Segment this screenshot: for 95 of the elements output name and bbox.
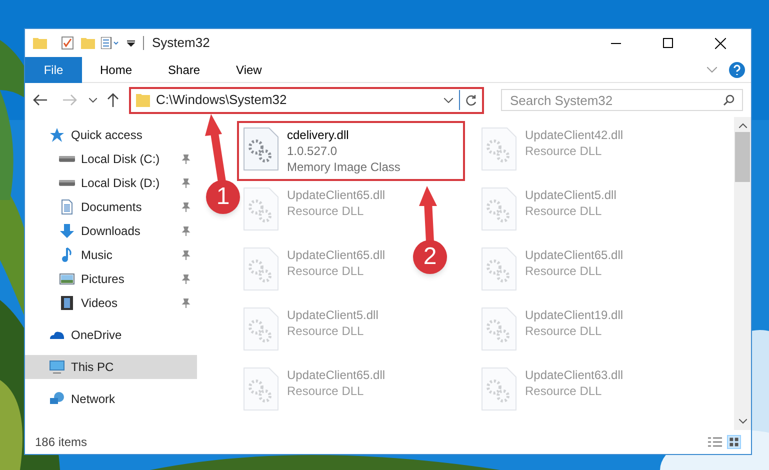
refresh-icon[interactable] <box>465 94 477 106</box>
scroll-down-icon[interactable] <box>738 419 746 424</box>
search-icon <box>723 94 735 106</box>
file-name: UpdateClient65.dll <box>525 247 624 263</box>
file-name: UpdateClient65.dll <box>287 187 386 203</box>
gear-file-icon <box>481 307 517 351</box>
nav-item[interactable]: Network <box>25 387 197 411</box>
chevron-icon <box>707 66 717 72</box>
nav-label: Network <box>71 391 116 408</box>
search-field[interactable]: Search System32 <box>501 89 743 111</box>
file-detail: Memory Image Class <box>287 159 400 175</box>
nav-label: Quick access <box>71 127 144 144</box>
nav-label: Music <box>81 247 114 264</box>
file-detail: Resource DLL <box>525 383 603 399</box>
nav-label: Local Disk (C:) <box>81 151 161 168</box>
dropdown-icon[interactable] <box>444 98 453 102</box>
nav-item[interactable]: OneDrive <box>25 323 197 347</box>
dropdown-icon <box>127 39 135 47</box>
ribbon-tab[interactable]: Home <box>82 56 150 82</box>
document-icon <box>59 199 75 215</box>
scroll-up-icon[interactable] <box>738 123 746 128</box>
nav-item[interactable]: This PC <box>25 355 197 379</box>
help-icon <box>729 62 745 78</box>
network-icon <box>49 391 65 407</box>
gear-file-icon <box>243 127 279 171</box>
nav-item[interactable]: Documents <box>25 195 197 219</box>
scrollbar[interactable] <box>734 117 751 430</box>
file-detail: Resource DLL <box>287 383 365 399</box>
gear-file-icon <box>243 367 279 411</box>
nav-item[interactable]: Music <box>25 243 197 267</box>
file-name: UpdateClient65.dll <box>287 247 386 263</box>
file-detail: Resource DLL <box>525 203 603 219</box>
properties-icon <box>101 37 121 49</box>
nav-item[interactable]: Downloads <box>25 219 197 243</box>
nav-label: Pictures <box>81 271 126 288</box>
nav-item[interactable]: Local Disk (C:) <box>25 147 197 171</box>
file-name: UpdateClient42.dll <box>525 127 624 143</box>
maximize-icon <box>663 38 673 48</box>
gear-file-icon <box>481 247 517 291</box>
gear-file-icon <box>481 187 517 231</box>
picture-icon <box>59 271 75 287</box>
nav-label: OneDrive <box>71 327 123 344</box>
item-count: 186 items <box>35 434 88 451</box>
nav-label: Downloads <box>81 223 142 240</box>
file-detail: Resource DLL <box>525 323 603 339</box>
nav-label: Documents <box>81 199 143 216</box>
gear-file-icon <box>243 247 279 291</box>
file-detail: 1.0.527.0 <box>287 143 338 159</box>
dropdown-icon[interactable] <box>89 98 97 102</box>
nav-item[interactable]: Pictures <box>25 267 197 291</box>
gear-file-icon <box>481 127 517 171</box>
ribbon-tab[interactable]: Share <box>150 56 218 82</box>
ribbon-tab[interactable]: File <box>25 56 82 82</box>
computer-icon <box>49 359 65 375</box>
drive-icon <box>59 180 75 186</box>
tiles-view-icon[interactable] <box>727 435 741 449</box>
gear-file-icon <box>243 307 279 351</box>
up-arrow-icon[interactable] <box>107 93 119 107</box>
file-detail: Resource DLL <box>287 203 365 219</box>
address-field[interactable]: C:\Windows\System32 <box>129 86 484 114</box>
nav-item[interactable]: Videos <box>25 291 197 315</box>
file-detail: Resource DLL <box>287 323 365 339</box>
back-arrow-icon[interactable] <box>33 94 47 106</box>
address-path: C:\Windows\System32 <box>156 91 288 110</box>
nav-label: Videos <box>81 295 118 312</box>
window-title: System32 <box>152 34 210 52</box>
nav-label: This PC <box>71 359 115 376</box>
ribbon-tab[interactable]: View <box>218 56 280 82</box>
star-icon <box>49 127 65 143</box>
file-name: UpdateClient5.dll <box>525 187 616 203</box>
file-name: UpdateClient5.dll <box>287 307 378 323</box>
scrollbar-thumb[interactable] <box>735 132 750 182</box>
folder-icon <box>33 37 47 49</box>
nav-item[interactable]: Local Disk (D:) <box>25 171 197 195</box>
file-detail: Resource DLL <box>287 263 365 279</box>
details-view-icon[interactable] <box>707 436 723 448</box>
nav-item[interactable]: Quick access <box>25 123 197 147</box>
file-name: UpdateClient19.dll <box>525 307 624 323</box>
file-name: UpdateClient63.dll <box>525 367 624 383</box>
download-icon <box>59 223 75 239</box>
minimize-icon <box>611 42 621 44</box>
file-name: UpdateClient65.dll <box>287 367 386 383</box>
drive-icon <box>59 156 75 162</box>
folder-icon <box>81 37 95 49</box>
checklist-icon <box>61 36 75 50</box>
file-name: cdelivery.dll <box>287 127 350 143</box>
file-detail: Resource DLL <box>525 143 603 159</box>
film-icon <box>59 295 75 311</box>
file-item[interactable]: cdelivery.dll 1.0.527.0 Memory Image Class <box>237 121 465 181</box>
gear-file-icon <box>243 187 279 231</box>
folder-icon <box>136 93 150 107</box>
file-detail: Resource DLL <box>525 263 603 279</box>
close-icon <box>714 38 726 48</box>
gear-file-icon <box>481 367 517 411</box>
nav-label: Local Disk (D:) <box>81 175 161 192</box>
